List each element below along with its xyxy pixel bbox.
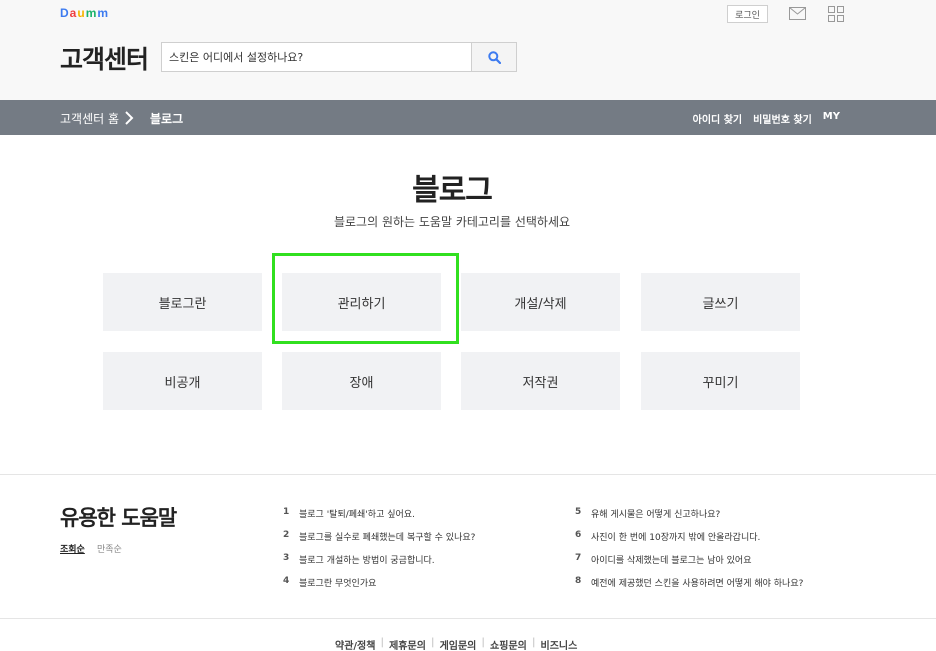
sort-by-views[interactable]: 조회순 <box>60 542 85 555</box>
logo-letter: a <box>69 6 77 20</box>
category-writing[interactable]: 글쓰기 <box>641 273 800 331</box>
category-error[interactable]: 장애 <box>282 352 441 410</box>
breadcrumb-bar: 고객센터 홈 블로그 아이디 찾기 비밀번호 찾기 MY <box>0 100 936 135</box>
breadcrumb-current[interactable]: 블로그 <box>150 110 183 127</box>
faq-number: 8 <box>575 576 582 586</box>
account-links: 아이디 찾기 비밀번호 찾기 MY <box>693 111 840 126</box>
divider <box>0 474 936 475</box>
faq-number: 6 <box>575 530 582 540</box>
logo-letter: D <box>60 6 69 20</box>
category-blog-intro[interactable]: 블로그란 <box>103 273 262 331</box>
breadcrumb-home[interactable]: 고객센터 홈 <box>60 110 119 127</box>
footer-business-link[interactable]: 비즈니스 <box>536 637 583 651</box>
category-copyright[interactable]: 저작권 <box>461 352 620 410</box>
faq-text[interactable]: 아이디를 삭제했는데 블로그는 남아 있어요 <box>591 553 752 566</box>
chevron-right-icon <box>125 111 134 125</box>
faq-number: 1 <box>283 507 290 517</box>
section-subtitle: 블로그의 원하는 도움말 카테고리를 선택하세요 <box>333 215 571 229</box>
faq-number: 4 <box>283 576 290 586</box>
logo-letter: m <box>85 6 97 20</box>
find-password-link[interactable]: 비밀번호 찾기 <box>753 111 812 126</box>
find-id-link[interactable]: 아이디 찾기 <box>693 111 742 126</box>
daum-logo[interactable]: Daumm <box>60 6 108 20</box>
faq-item[interactable]: 4 블로그란 무엇인가요 <box>283 576 376 589</box>
category-decorate[interactable]: 꾸미기 <box>641 352 800 410</box>
faq-text[interactable]: 블로그란 무엇인가요 <box>299 576 376 589</box>
logo-letter: m <box>97 6 109 20</box>
footer-game-link[interactable]: 게임문의 <box>435 637 482 651</box>
divider <box>0 618 936 619</box>
logo-letter: u <box>77 6 85 20</box>
faq-item[interactable]: 7 아이디를 삭제했는데 블로그는 남아 있어요 <box>575 553 752 566</box>
faq-item[interactable]: 6 사진이 한 번에 10장까지 밖에 안올라갑니다. <box>575 530 760 543</box>
search-button[interactable] <box>471 43 516 71</box>
faq-text[interactable]: 사진이 한 번에 10장까지 밖에 안올라갑니다. <box>591 530 760 543</box>
faq-text[interactable]: 유해 게시물은 어떻게 신고하나요? <box>591 507 720 520</box>
faq-item[interactable]: 3 블로그 개설하는 방법이 궁금합니다. <box>283 553 435 566</box>
section-title: 블로그 <box>412 173 493 208</box>
help-title: 유용한 도움말 <box>60 506 177 530</box>
my-link[interactable]: MY <box>823 111 840 126</box>
app-grid-icon[interactable] <box>828 6 844 22</box>
footer-shopping-link[interactable]: 쇼핑문의 <box>485 637 532 651</box>
faq-item[interactable]: 5 유해 게시물은 어떻게 신고하나요? <box>575 507 720 520</box>
faq-number: 7 <box>575 553 582 563</box>
faq-text[interactable]: 블로그 '탈퇴/폐쇄'하고 싶어요. <box>299 507 415 520</box>
footer-links: 약관/정책 | 제휴문의 | 게임문의 | 쇼핑문의 | 비즈니스 <box>330 637 582 651</box>
faq-text[interactable]: 블로그 개설하는 방법이 궁금합니다. <box>299 553 435 566</box>
search-input[interactable] <box>162 43 471 71</box>
faq-number: 5 <box>575 507 582 517</box>
category-private[interactable]: 비공개 <box>103 352 262 410</box>
login-button[interactable]: 로그인 <box>727 5 768 23</box>
category-manage[interactable]: 관리하기 <box>282 273 441 331</box>
mail-icon[interactable] <box>789 7 806 20</box>
faq-text[interactable]: 예전에 제공했던 스킨을 사용하려면 어떻게 해야 하나요? <box>591 576 803 589</box>
footer-terms-link[interactable]: 약관/정책 <box>330 637 380 651</box>
faq-item[interactable]: 1 블로그 '탈퇴/폐쇄'하고 싶어요. <box>283 507 415 520</box>
faq-number: 3 <box>283 553 290 563</box>
top-header: Daumm 로그인 고객센터 <box>0 0 936 100</box>
faq-number: 2 <box>283 530 290 540</box>
category-open-delete[interactable]: 개설/삭제 <box>461 273 620 331</box>
footer-partnership-link[interactable]: 제휴문의 <box>384 637 431 651</box>
faq-text[interactable]: 블로그를 실수로 폐쇄했는데 복구할 수 있나요? <box>299 530 475 543</box>
search-icon <box>487 50 501 64</box>
sort-by-satisfaction[interactable]: 만족순 <box>97 542 122 555</box>
faq-item[interactable]: 2 블로그를 실수로 폐쇄했는데 복구할 수 있나요? <box>283 530 475 543</box>
faq-item[interactable]: 8 예전에 제공했던 스킨을 사용하려면 어떻게 해야 하나요? <box>575 576 803 589</box>
search-box <box>161 42 517 72</box>
page-title[interactable]: 고객센터 <box>60 40 149 76</box>
